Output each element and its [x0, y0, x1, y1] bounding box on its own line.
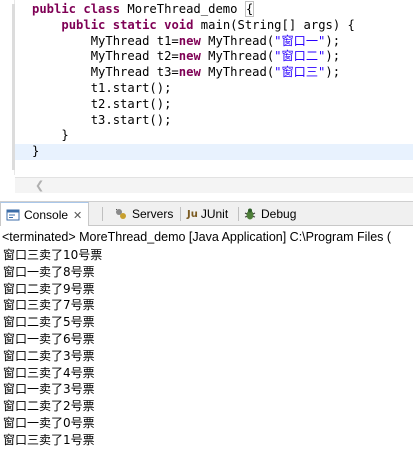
console-line: 窗口二卖了3号票 — [3, 348, 95, 363]
close-icon[interactable]: ✕ — [73, 209, 82, 222]
tab-separator — [238, 207, 239, 221]
console-tab-bar: Console ✕ Servers Ju JUnit Debug — [0, 201, 413, 227]
junit-icon: Ju — [187, 208, 198, 220]
code-line[interactable]: public static void main(String[] args) { — [32, 18, 413, 34]
code-text: MyThread( — [200, 49, 275, 64]
tab-console[interactable]: Console ✕ — [0, 202, 90, 227]
tab-debug[interactable]: Debug — [243, 202, 296, 226]
code-text: ); — [325, 33, 341, 48]
code-line[interactable]: MyThread t2=new MyThread("窗口二"); — [32, 49, 413, 65]
code-text: } — [32, 144, 40, 159]
tab-servers-label: Servers — [132, 207, 174, 221]
tab-junit-label: JUnit — [200, 207, 229, 221]
console-line: 窗口二卖了9号票 — [3, 281, 95, 296]
code-line[interactable]: MyThread t1=new MyThread("窗口一"); — [32, 34, 413, 50]
console-line: 窗口三卖了1号票 — [3, 432, 95, 447]
scroll-left-icon[interactable]: ❮ — [35, 179, 44, 192]
code-text: ); — [325, 65, 341, 80]
code-text: MyThread t3= — [90, 65, 179, 80]
horizontal-scrollbar[interactable]: ❮ — [15, 177, 413, 193]
console-line: 窗口三卖了4号票 — [3, 365, 95, 380]
code-keyword: new — [178, 65, 201, 80]
code-text: t3.start(); — [90, 112, 172, 127]
code-line[interactable]: } — [15, 144, 413, 160]
code-string: "窗口三" — [274, 65, 326, 80]
console-output[interactable]: 窗口三卖了10号票 窗口一卖了8号票 窗口二卖了9号票 窗口三卖了7号票 窗口二卖了5号… — [3, 247, 102, 449]
tab-servers[interactable]: Servers — [114, 202, 173, 226]
console-line: 窗口三卖了7号票 — [3, 298, 95, 313]
console-status: <terminated> MoreThread_demo [Java Appli… — [2, 230, 392, 244]
code-keyword: public — [32, 2, 77, 16]
code-editor[interactable]: public class MoreThread_demo { public st… — [0, 0, 413, 175]
editor-gutter — [0, 0, 15, 175]
code-keyword: static — [112, 17, 157, 32]
code-text: main(String[] args) { — [193, 17, 355, 32]
console-line: 窗口一卖了0号票 — [3, 415, 95, 430]
code-keyword: void — [164, 17, 194, 32]
servers-icon — [116, 209, 126, 219]
code-text: { — [244, 1, 255, 17]
code-text: } — [61, 128, 69, 143]
tab-debug-label: Debug — [261, 207, 297, 221]
code-text: MyThread t2= — [90, 49, 179, 64]
tab-separator — [102, 207, 103, 221]
code-text: MoreThread_demo — [120, 2, 245, 16]
code-line[interactable]: MyThread t3=new MyThread("窗口三"); — [32, 65, 413, 81]
console-view[interactable]: <terminated> MoreThread_demo [Java Appli… — [0, 226, 413, 453]
bug-icon — [244, 208, 256, 220]
code-line[interactable]: t1.start(); — [32, 81, 413, 97]
code-keyword: public — [61, 17, 106, 32]
code-text: t1.start(); — [90, 80, 172, 95]
tab-console-label: Console — [24, 208, 69, 222]
code-line[interactable]: t2.start(); — [32, 97, 413, 113]
console-line: 窗口二卖了5号票 — [3, 315, 95, 330]
code-text: MyThread( — [200, 65, 275, 80]
code-line[interactable]: t3.start(); — [32, 113, 413, 129]
code-keyword: new — [178, 33, 201, 48]
tab-separator — [180, 207, 181, 221]
code-text: MyThread t1= — [90, 33, 179, 48]
console-line: 窗口一卖了8号票 — [3, 264, 95, 279]
code-text: ); — [325, 49, 341, 64]
tab-junit[interactable]: Ju JUnit — [187, 202, 228, 226]
console-icon — [6, 209, 20, 221]
code-text: MyThread( — [200, 33, 275, 48]
code-text: t2.start(); — [90, 96, 172, 111]
console-line: 窗口一卖了3号票 — [3, 382, 95, 397]
code-area[interactable]: public class MoreThread_demo { public st… — [15, 1, 413, 160]
console-line: 窗口一卖了6号票 — [3, 331, 95, 346]
code-string: "窗口一" — [274, 33, 326, 48]
code-keyword: new — [178, 49, 201, 64]
code-string: "窗口二" — [274, 49, 326, 64]
console-line: 窗口二卖了2号票 — [3, 399, 95, 414]
code-keyword: class — [83, 2, 121, 16]
code-line[interactable]: } — [32, 128, 413, 144]
code-line[interactable]: public class MoreThread_demo { — [32, 1, 413, 18]
console-line: 窗口三卖了10号票 — [3, 248, 103, 262]
